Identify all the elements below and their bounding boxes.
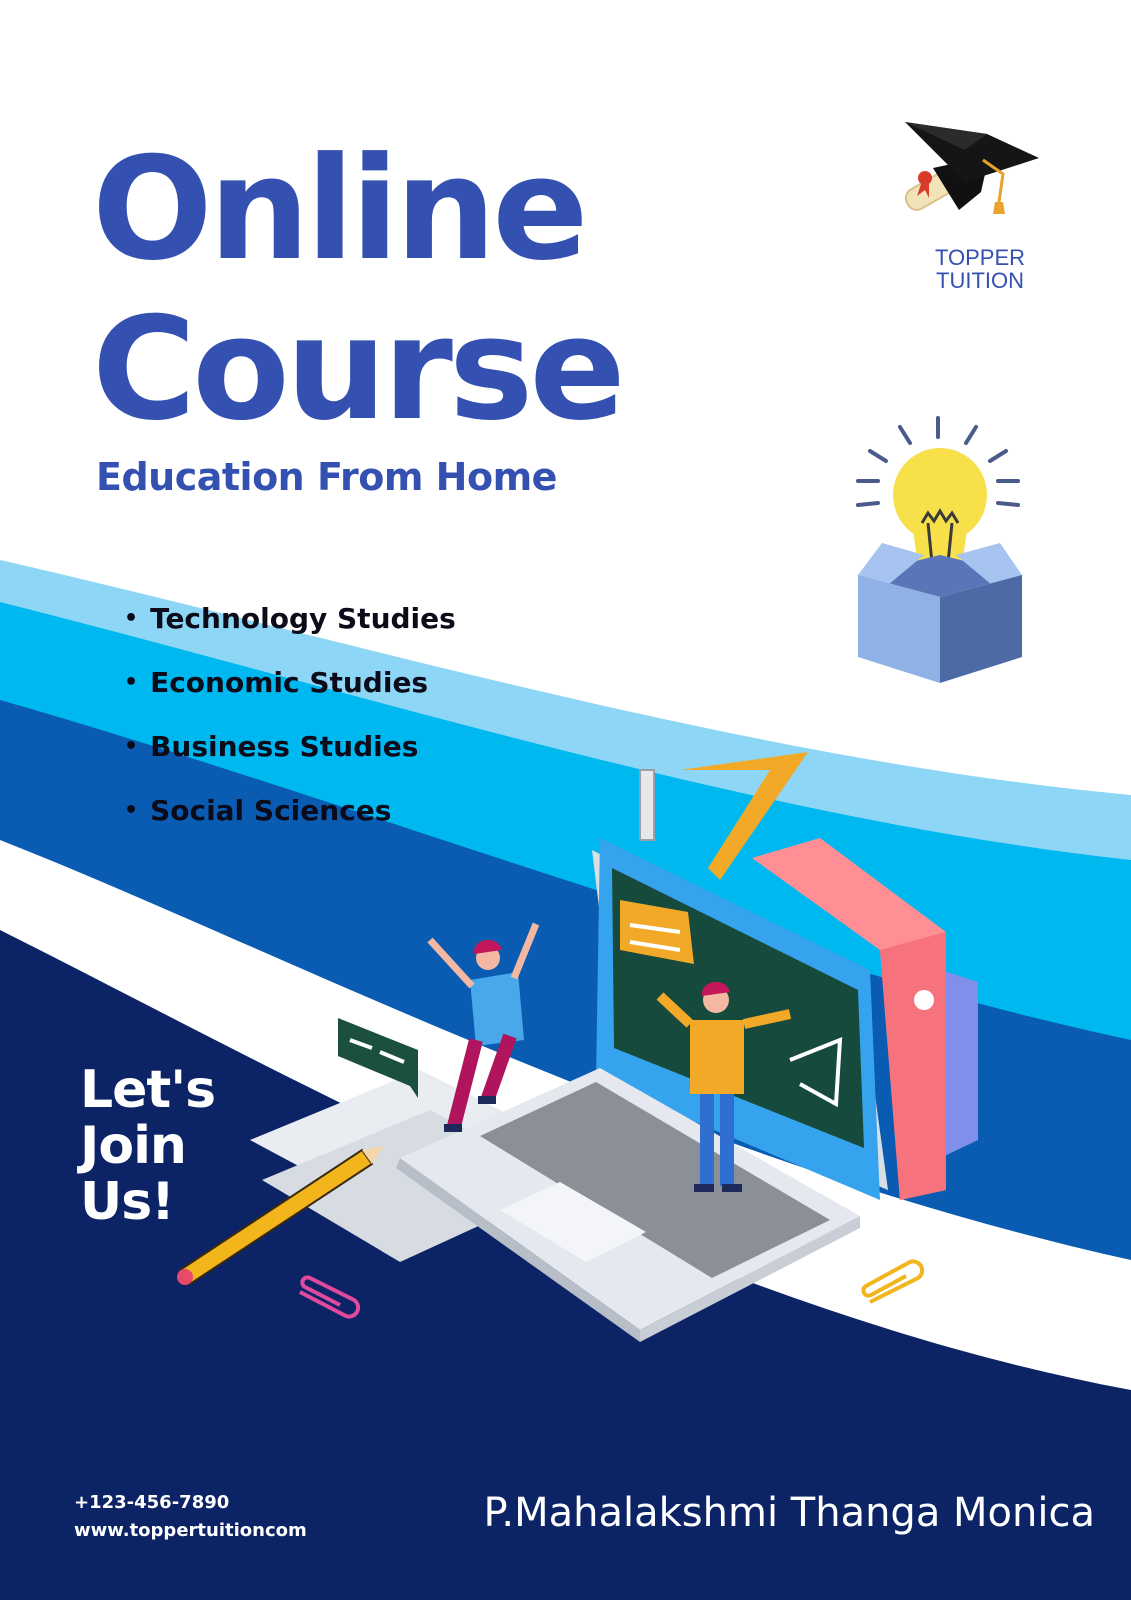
laptop-classroom-illustration xyxy=(177,752,978,1342)
contact-info: +123-456-7890 www.toppertuitioncom xyxy=(74,1489,307,1545)
paperclip-icon xyxy=(861,1259,925,1304)
poster: Online Course Education From Home TOPPER… xyxy=(0,0,1131,1600)
website-link[interactable]: www.toppertuitioncom xyxy=(74,1517,307,1545)
cta-line-2: Join xyxy=(80,1116,187,1176)
author-name: P.Mahalakshmi Thanga Monica xyxy=(483,1490,1095,1536)
cta-line-1: Let's xyxy=(80,1060,216,1120)
paperclip-icon xyxy=(299,1275,361,1319)
cta-line-3: Us! xyxy=(80,1172,175,1232)
join-call-to-action: Let's Join Us! xyxy=(80,1060,216,1232)
phone-number: +123-456-7890 xyxy=(74,1492,230,1513)
